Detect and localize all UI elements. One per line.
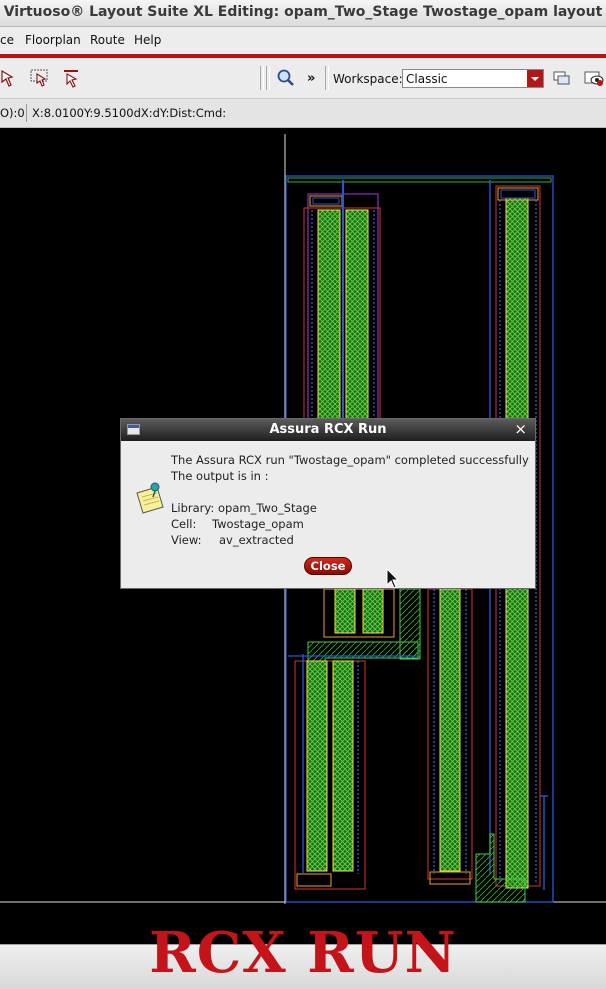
overlay-caption: RCX RUN bbox=[149, 920, 457, 986]
workspace-view-icon[interactable] bbox=[584, 68, 604, 88]
select-tool-icon[interactable] bbox=[0, 68, 20, 88]
toolbar: » Workspace: Classic bbox=[0, 58, 606, 99]
partial-select-tool-icon[interactable] bbox=[62, 68, 82, 88]
dialog-titlebar: Assura RCX Run × bbox=[121, 419, 535, 441]
toolbar-separator bbox=[260, 66, 264, 90]
toolbar-separator bbox=[325, 66, 329, 90]
workspace-select-value: Classic bbox=[406, 72, 448, 86]
mouse-cursor-icon bbox=[386, 568, 400, 589]
workspace-select[interactable]: Classic bbox=[402, 69, 544, 88]
window-titlebar: Virtuoso® Layout Suite XL Editing: opam_… bbox=[0, 0, 606, 27]
close-button[interactable]: Close bbox=[304, 557, 352, 575]
view-label: View: bbox=[171, 533, 202, 547]
cell-value: Twostage_opam bbox=[212, 517, 304, 531]
close-icon[interactable]: × bbox=[514, 420, 527, 438]
menubar: ce Floorplan Route Help bbox=[0, 27, 606, 54]
chevron-down-icon[interactable] bbox=[527, 70, 543, 87]
dialog-title: Assura RCX Run bbox=[269, 422, 387, 437]
coordinate-status-bar: O):0 X:8.0100Y:9.5100dX:dY:Dist:Cmd: bbox=[0, 99, 606, 128]
assura-rcx-run-dialog: Assura RCX Run × The Assura RCX run "Two… bbox=[120, 418, 536, 589]
dialog-message-line1: The Assura RCX run "Twostage_opam" compl… bbox=[171, 453, 529, 467]
menu-item-route[interactable]: Route bbox=[90, 33, 125, 47]
coord-prefix: O):0 bbox=[0, 106, 25, 120]
zoom-icon[interactable] bbox=[276, 68, 296, 88]
view-value: av_extracted bbox=[219, 533, 294, 547]
area-select-tool-icon[interactable] bbox=[30, 68, 50, 88]
dialog-message-line2: The output is in : bbox=[171, 469, 269, 483]
toolbar-separator bbox=[266, 66, 270, 90]
window-title: Virtuoso® Layout Suite XL Editing: opam_… bbox=[3, 4, 603, 20]
cell-label: Cell: bbox=[171, 517, 197, 531]
library-value: opam_Two_Stage bbox=[218, 501, 317, 515]
note-info-icon bbox=[136, 482, 164, 514]
library-label: Library: bbox=[171, 501, 215, 515]
menu-item-place[interactable]: ce bbox=[0, 33, 14, 47]
cursor-coordinate-readout: X:8.0100Y:9.5100dX:dY:Dist:Cmd: bbox=[32, 106, 227, 120]
workspace-label: Workspace: bbox=[333, 72, 403, 86]
coord-divider bbox=[26, 104, 27, 122]
menu-item-help[interactable]: Help bbox=[134, 33, 161, 47]
menu-item-floorplan[interactable]: Floorplan bbox=[25, 33, 81, 47]
toolbar-overflow-button[interactable]: » bbox=[307, 71, 315, 86]
workspace-save-icon[interactable] bbox=[552, 68, 572, 88]
